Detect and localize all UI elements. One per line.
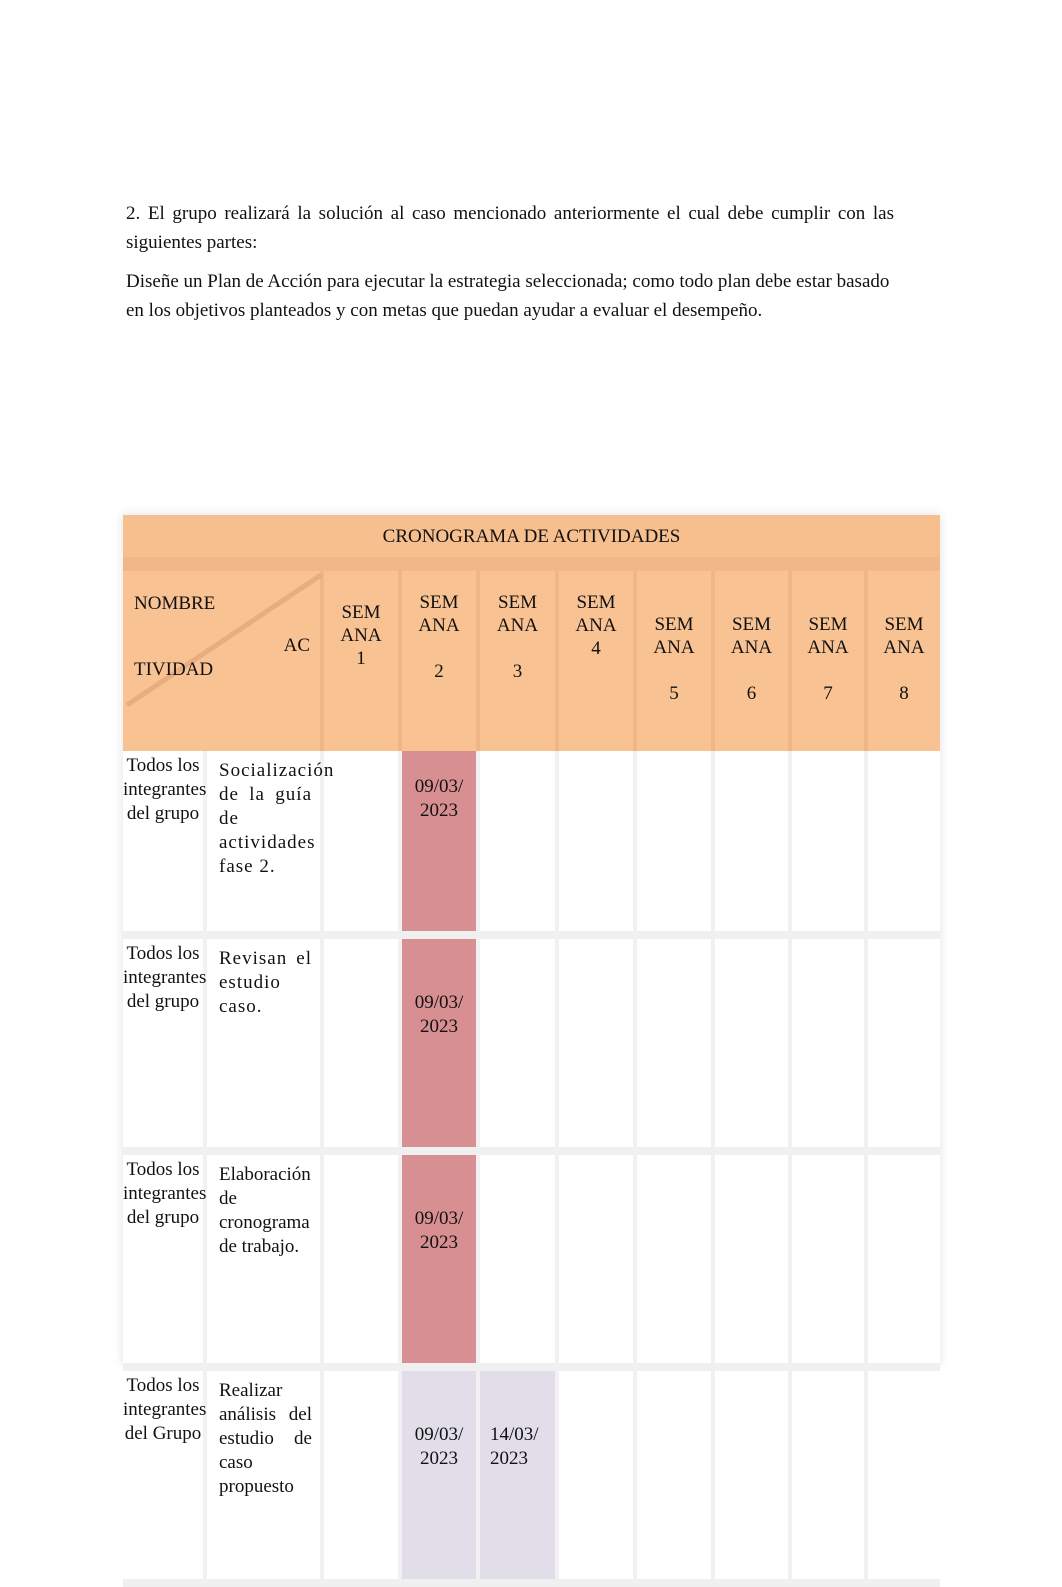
week-header-8: SEM ANA 8	[866, 564, 941, 751]
week-cell-5	[635, 1367, 715, 1587]
week-cell-2-date: 09/03/ 2023	[400, 1151, 480, 1371]
schedule-table: CRONOGRAMA DE ACTIVIDADES NOMBRE AC TIVI…	[123, 515, 941, 1587]
responsible-cell: Todos los integrantes del grupo	[123, 751, 207, 939]
week-cell-2-date: 09/03/ 2023	[400, 1367, 480, 1587]
table-row: Todos los integrantes del grupo Revisan …	[123, 935, 941, 1155]
activity-cell: Realizar análisis del estudio de caso pr…	[205, 1367, 324, 1587]
header-name-label: NOMBRE	[134, 593, 216, 614]
table-row: Todos los integrantes del Grupo Realizar…	[123, 1367, 941, 1587]
week-cell-3-date: 14/03/ 2023	[478, 1367, 559, 1587]
responsible-cell: Todos los integrantes del grupo	[123, 935, 207, 1155]
week-header-5: SEM ANA 5	[635, 564, 715, 751]
week-cell-1	[322, 1151, 402, 1371]
week-cell-5	[635, 751, 715, 939]
week-cell-2-date: 09/03/ 2023	[400, 935, 480, 1155]
header-activity-label-part1: AC	[283, 635, 310, 656]
week-header-2: SEM ANA 2	[400, 564, 480, 751]
responsible-cell: Todos los integrantes del Grupo	[123, 1367, 207, 1587]
activity-cell: Socialización de la guía de actividades …	[205, 751, 333, 939]
week-header-4: SEM ANA 4	[557, 564, 637, 751]
week-cell-5	[635, 935, 715, 1155]
action-plan-paragraph: Diseñe un Plan de Acción para ejecutar l…	[126, 271, 890, 321]
week-cell-8	[866, 1151, 941, 1371]
header-activity-label-part2: TIVIDAD	[134, 659, 214, 680]
corner-header-cell: NOMBRE AC TIVIDAD	[123, 564, 324, 751]
week-header-7: SEM ANA 7	[790, 564, 868, 751]
week-cell-7	[790, 751, 868, 939]
responsible-cell: Todos los integrantes del grupo	[123, 1151, 207, 1371]
week-cell-6	[713, 751, 792, 939]
week-cell-1	[322, 935, 402, 1155]
week-cell-3	[478, 935, 559, 1155]
table-row: Todos los integrantes del grupo Socializ…	[123, 751, 941, 939]
week-cell-1	[322, 1367, 402, 1587]
activity-cell: Elaboración de cronograma de trabajo.	[205, 1151, 324, 1371]
week-cell-4	[557, 935, 637, 1155]
week-cell-6	[713, 1151, 792, 1371]
week-header-1: SEM ANA 1	[322, 564, 402, 751]
schedule-title: CRONOGRAMA DE ACTIVIDADES	[123, 515, 941, 571]
week-cell-5	[635, 1151, 715, 1371]
week-cell-8	[866, 935, 941, 1155]
table-row: Todos los integrantes del grupo Elaborac…	[123, 1151, 941, 1371]
week-cell-3	[478, 1151, 559, 1371]
instruction-paragraph: 2. El grupo realizará la solución al cas…	[126, 203, 894, 253]
week-cell-4	[557, 1151, 637, 1371]
week-cell-7	[790, 1151, 868, 1371]
week-cell-8	[866, 1367, 941, 1587]
week-header-3: SEM ANA 3	[478, 564, 559, 751]
week-cell-2-date: 09/03/ 2023	[400, 751, 480, 939]
week-cell-4	[557, 1367, 637, 1587]
week-cell-8	[866, 751, 941, 939]
week-cell-3	[478, 751, 559, 939]
week-cell-6	[713, 1367, 792, 1587]
week-cell-7	[790, 1367, 868, 1587]
activity-cell: Revisan el estudio caso.	[205, 935, 324, 1155]
week-cell-6	[713, 935, 792, 1155]
week-cell-7	[790, 935, 868, 1155]
week-header-6: SEM ANA 6	[713, 564, 792, 751]
week-cell-4	[557, 751, 637, 939]
